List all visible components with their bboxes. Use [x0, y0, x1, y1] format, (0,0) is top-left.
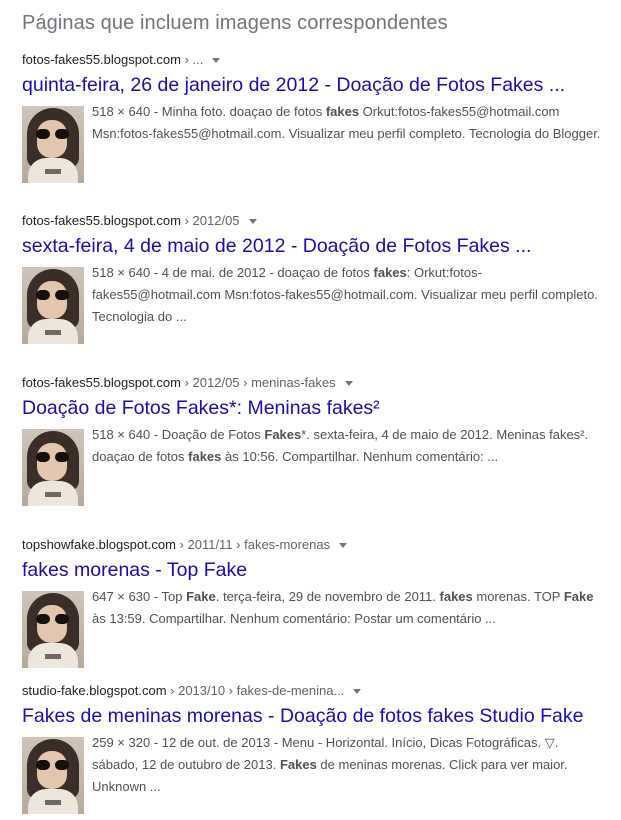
result-domain: fotos-fakes55.blogspot.com	[22, 375, 181, 390]
dropdown-caret-icon[interactable]	[339, 543, 348, 549]
snippet-text: às 10:56. Compartilhar. Nenhum comentári…	[221, 449, 499, 464]
result-snippet: 259 × 320 - 12 de out. de 2013 - Menu - …	[92, 732, 606, 798]
result-thumbnail[interactable]	[22, 737, 84, 814]
snippet-text: 518 × 640 - Doação de Fotos	[92, 427, 265, 442]
result-domain: topshowfake.blogspot.com	[22, 537, 176, 552]
snippet-highlight: fakes	[439, 589, 473, 604]
result-path: › 2012/05 › meninas-fakes	[180, 375, 336, 390]
result-url[interactable]: fotos-fakes55.blogspot.com › 2012/05 › m…	[22, 373, 612, 393]
result-body: 259 × 320 - 12 de out. de 2013 - Menu - …	[22, 732, 612, 814]
result-snippet: 518 × 640 - 4 de mai. de 2012 - doaçao d…	[92, 262, 606, 328]
result-thumbnail[interactable]	[22, 429, 84, 506]
snippet-text: 518 × 640 - 4 de mai. de 2012 - doaçao d…	[92, 265, 374, 280]
result-path: › ...	[180, 52, 204, 67]
result-path: › 2011/11 › fakes-morenas	[175, 537, 331, 552]
result-url[interactable]: topshowfake.blogspot.com › 2011/11 › fak…	[22, 535, 612, 555]
result-snippet: 518 × 640 - Doação de Fotos Fakes*. sext…	[92, 424, 606, 468]
dropdown-caret-icon[interactable]	[248, 219, 257, 225]
result-title-link[interactable]: Fakes de meninas morenas - Doação de fot…	[22, 703, 612, 729]
dropdown-caret-icon[interactable]	[212, 58, 221, 64]
result-thumbnail[interactable]	[22, 591, 84, 668]
snippet-highlight: fakes	[325, 104, 360, 119]
result-thumbnail[interactable]	[22, 267, 84, 344]
result-path: › 2013/10 › fakes-de-menina...	[166, 683, 345, 698]
result-path: › 2012/05	[180, 213, 240, 228]
snippet-text: 518 × 640 - Minha foto. doaçao de fotos	[92, 104, 326, 119]
result-title-link[interactable]: fakes morenas - Top Fake	[22, 557, 612, 583]
result-url[interactable]: studio-fake.blogspot.com › 2013/10 › fak…	[22, 681, 612, 701]
result-body: 647 × 630 - Top Fake. terça-feira, 29 de…	[22, 586, 612, 668]
result-body: 518 × 640 - Minha foto. doaçao de fotos …	[22, 101, 612, 183]
result-thumbnail[interactable]	[22, 106, 84, 183]
result-snippet: 647 × 630 - Top Fake. terça-feira, 29 de…	[92, 586, 606, 630]
result-item: studio-fake.blogspot.com › 2013/10 › fak…	[22, 681, 612, 814]
snippet-highlight: fakes	[188, 449, 222, 464]
result-body: 518 × 640 - Doação de Fotos Fakes*. sext…	[22, 424, 612, 506]
result-item: topshowfake.blogspot.com › 2011/11 › fak…	[22, 535, 612, 668]
result-body: 518 × 640 - 4 de mai. de 2012 - doaçao d…	[22, 262, 612, 344]
result-url[interactable]: fotos-fakes55.blogspot.com › ...	[22, 50, 612, 70]
result-item: fotos-fakes55.blogspot.com › 2012/05 › m…	[22, 373, 612, 506]
snippet-highlight: fakes	[373, 265, 407, 280]
dropdown-caret-icon[interactable]	[344, 381, 353, 387]
snippet-highlight: Fake	[563, 589, 594, 604]
search-results-page: Páginas que incluem imagens corresponden…	[0, 0, 621, 820]
snippet-text: 647 × 630 - Top	[92, 589, 187, 604]
result-title-link[interactable]: sexta-feira, 4 de maio de 2012 - Doação …	[22, 233, 612, 259]
dropdown-caret-icon[interactable]	[353, 689, 362, 695]
result-domain: fotos-fakes55.blogspot.com	[22, 52, 181, 67]
result-snippet: 518 × 640 - Minha foto. doaçao de fotos …	[92, 101, 606, 145]
snippet-highlight: Fakes	[279, 757, 317, 772]
snippet-text: . terça-feira, 29 de novembro de 2011.	[215, 589, 440, 604]
snippet-text: às 13:59. Compartilhar. Nenhum comentári…	[92, 611, 496, 626]
result-url[interactable]: fotos-fakes55.blogspot.com › 2012/05	[22, 211, 612, 231]
result-item: fotos-fakes55.blogspot.com › ... quinta-f…	[22, 50, 612, 183]
snippet-highlight: Fake	[186, 589, 216, 604]
snippet-highlight: Fakes	[264, 427, 302, 442]
section-heading: Páginas que incluem imagens corresponden…	[22, 12, 448, 34]
result-item: fotos-fakes55.blogspot.com › 2012/05 sext…	[22, 211, 612, 344]
result-domain: studio-fake.blogspot.com	[22, 683, 167, 698]
snippet-text: morenas. TOP	[472, 589, 564, 604]
result-title-link[interactable]: quinta-feira, 26 de janeiro de 2012 - Do…	[22, 72, 612, 98]
result-domain: fotos-fakes55.blogspot.com	[22, 213, 181, 228]
result-title-link[interactable]: Doação de Fotos Fakes*: Meninas fakes²	[22, 395, 612, 421]
